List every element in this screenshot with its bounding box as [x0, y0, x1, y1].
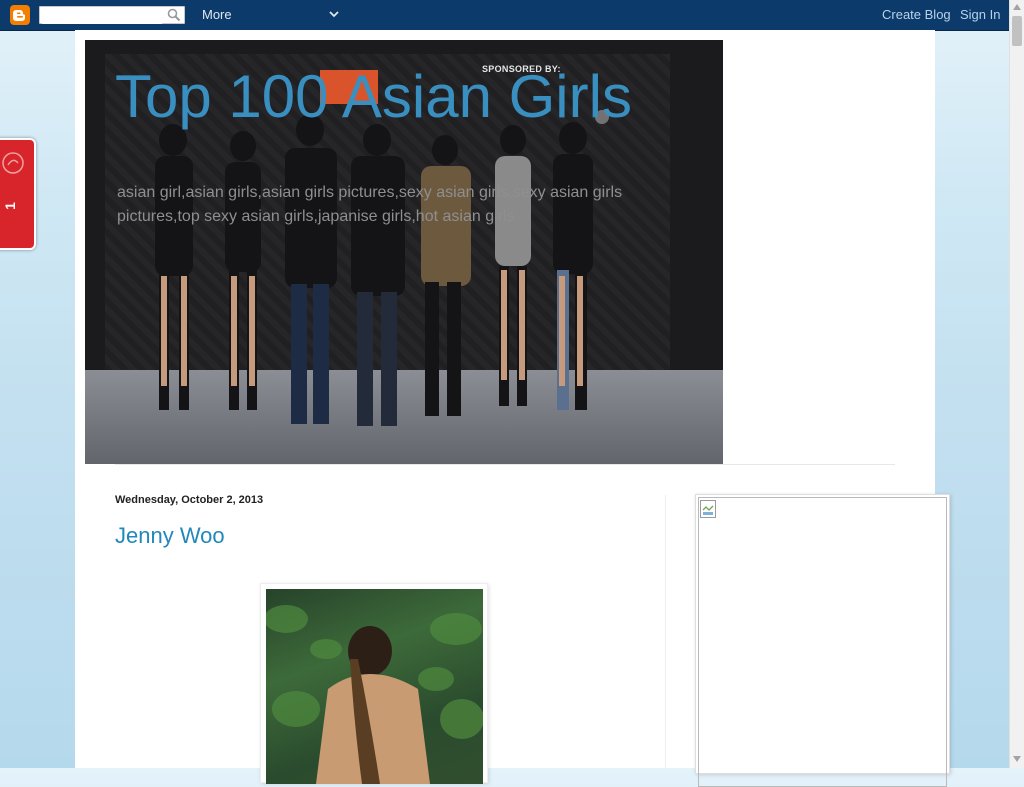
chevron-down-icon[interactable] — [328, 8, 340, 20]
post-image-frame[interactable] — [260, 583, 488, 784]
scroll-up-arrow-icon[interactable] — [1013, 4, 1021, 10]
create-blog-link[interactable]: Create Blog — [882, 7, 951, 22]
blog-title[interactable]: Top 100 Asian Girls — [115, 62, 632, 132]
search-field[interactable] — [39, 6, 185, 24]
post-photo-figure — [266, 605, 483, 784]
more-menu[interactable]: More — [202, 7, 232, 22]
search-input[interactable] — [42, 10, 162, 24]
header-divider — [115, 464, 895, 465]
blog-description: asian girl,asian girls,asian girls pictu… — [117, 184, 623, 225]
scroll-down-arrow-icon[interactable] — [1013, 756, 1021, 762]
sign-in-link[interactable]: Sign In — [960, 7, 1000, 22]
header-photo: SPONSORED BY: Top 100 Asian Girls asian … — [85, 40, 723, 464]
post-image[interactable] — [266, 589, 483, 784]
scroll-thumb[interactable] — [1012, 16, 1022, 46]
blogger-navbar: More Create Blog Sign In — [0, 0, 1009, 31]
column-divider — [665, 495, 666, 768]
broken-image-icon — [700, 500, 716, 518]
post-date: Wednesday, October 2, 2013 — [115, 494, 264, 506]
vertical-scrollbar[interactable] — [1009, 0, 1024, 768]
share-side-tab[interactable]: 1 — [0, 138, 36, 250]
post-title-link[interactable]: Jenny Woo — [115, 523, 225, 549]
search-icon[interactable] — [167, 8, 181, 22]
google-plus-icon — [2, 152, 24, 174]
share-count: 1 — [1, 202, 18, 210]
sidebar-image-frame[interactable] — [695, 494, 950, 787]
sidebar-image-broken[interactable] — [698, 497, 947, 787]
main-content: SPONSORED BY: Top 100 Asian Girls asian … — [75, 30, 950, 787]
blogger-logo-icon[interactable] — [10, 5, 30, 25]
